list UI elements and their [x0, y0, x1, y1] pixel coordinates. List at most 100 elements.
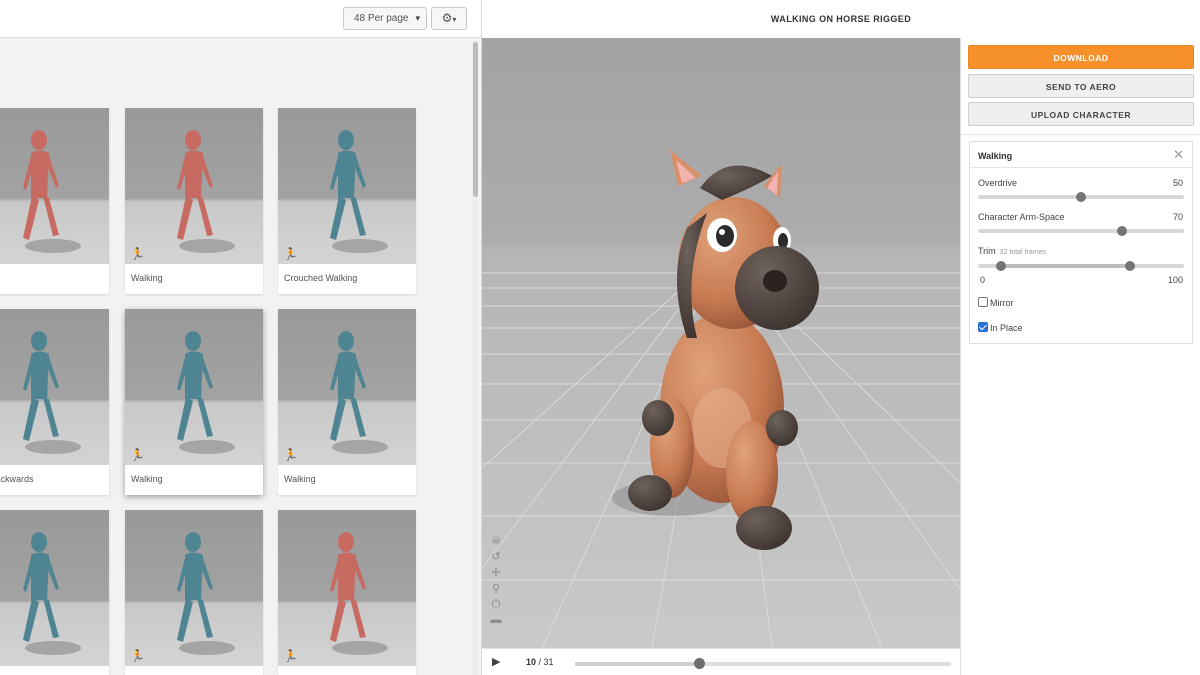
animation-card[interactable]: 🏃: [278, 510, 416, 675]
running-figure-icon: 🏃: [130, 649, 145, 663]
animation-thumbnail: [0, 309, 109, 465]
overdrive-value: 50: [1172, 178, 1183, 188]
move-icon[interactable]: ✛: [488, 566, 504, 582]
mirror-checkbox[interactable]: [978, 297, 988, 307]
trim-min: 0: [980, 275, 986, 285]
viewport-scene: [482, 150, 960, 648]
trim-range: [1000, 264, 1131, 268]
chevron-down-icon: ▾: [452, 15, 457, 24]
animation-settings-card: Walking ✕ Overdrive 50 Character Arm-Spa…: [969, 141, 1193, 344]
overdrive-slider[interactable]: [978, 192, 1184, 202]
arm-space-value: 70: [1172, 212, 1183, 222]
animation-thumbnail: 🏃: [278, 510, 416, 666]
arm-space-slider[interactable]: [978, 226, 1184, 236]
overdrive-handle[interactable]: [1076, 192, 1086, 202]
animation-thumbnail: 🏃: [125, 510, 263, 666]
camera-icon[interactable]: ▬: [488, 614, 504, 630]
animation-name: ng Backwards: [0, 474, 34, 484]
in-place-option[interactable]: In Place: [978, 322, 1023, 333]
animation-thumbnail: 🏃: [125, 309, 263, 465]
settings-header: Walking ✕: [970, 142, 1192, 168]
animation-thumbnail: 🏃: [0, 510, 109, 666]
running-figure-icon: 🏃: [283, 247, 298, 261]
trim-total-frames: 32 total frames: [999, 249, 1046, 256]
character-figure: [23, 532, 81, 655]
skeleton-icon[interactable]: ☠: [488, 534, 504, 550]
upload-character-button[interactable]: UPLOAD CHARACTER: [968, 102, 1194, 126]
frame-separator: /: [536, 657, 544, 667]
timeline-handle[interactable]: [694, 658, 706, 669]
current-frame: 10: [526, 657, 537, 667]
send-to-aero-button[interactable]: SEND TO AERO: [968, 74, 1194, 98]
trim-label-text: Trim: [978, 246, 996, 256]
gear-icon: ⚙: [441, 11, 453, 25]
character-figure: [23, 130, 81, 253]
animation-thumbnail: 🏃: [278, 309, 416, 465]
running-figure-icon: 🏃: [283, 448, 298, 462]
per-page-value: 48 Per page: [354, 13, 409, 24]
character-figure: [23, 331, 81, 454]
animation-card[interactable]: 🏃 Crouched Walking: [278, 108, 416, 294]
viewer-header: WALKING ON HORSE RIGGED: [482, 0, 1200, 38]
arm-space-handle[interactable]: [1117, 226, 1128, 236]
app-window: 48 Per page ▾ ⚙▾ ng🏃Walking🏃Crouched Wal…: [0, 0, 1200, 675]
trim-start-handle[interactable]: [995, 261, 1006, 271]
running-figure-icon: 🏃: [130, 247, 145, 261]
close-icon[interactable]: ✕: [1173, 147, 1184, 163]
settings-title: Walking: [978, 151, 1013, 161]
divider: [961, 134, 1200, 135]
properties-panel: DOWNLOAD SEND TO AERO UPLOAD CHARACTER W…: [960, 38, 1200, 675]
character-figure: [177, 130, 235, 253]
mirror-label: Mirror: [990, 298, 1014, 308]
character-figure: [330, 130, 388, 253]
power-icon[interactable]: ⏻: [488, 598, 504, 614]
animation-card[interactable]: 🏃 Walking: [125, 309, 263, 495]
animation-card[interactable]: 🏃 Walking: [125, 108, 263, 294]
page-title: WALKING ON HORSE RIGGED: [770, 14, 912, 24]
trim-max: 100: [1167, 275, 1183, 285]
character-figure: [330, 331, 388, 454]
rotate-icon[interactable]: ↺: [488, 550, 504, 566]
playback-bar: ▶ 10 / 31: [482, 648, 960, 675]
in-place-checkbox[interactable]: [978, 322, 988, 332]
animation-name: Walking: [131, 273, 163, 283]
character-figure: [177, 331, 235, 454]
animation-card[interactable]: 🏃 Walking: [278, 309, 416, 495]
animation-card[interactable]: ng: [0, 108, 109, 294]
timeline-slider[interactable]: [575, 658, 951, 669]
in-place-label: In Place: [990, 323, 1023, 333]
timeline-progress: [575, 662, 700, 666]
browser-toolbar: 48 Per page ▾ ⚙▾: [0, 0, 481, 38]
viewport-tools: ☠ ↺ ✛ ⚲ ⏻ ▬: [488, 534, 504, 630]
trim-label: Trim 32 total frames: [978, 246, 1046, 256]
animation-thumbnail: 🏃: [278, 108, 416, 264]
animation-card[interactable]: 🏃: [125, 510, 263, 675]
per-page-select[interactable]: 48 Per page ▾: [343, 7, 427, 30]
trim-slider[interactable]: [978, 261, 1184, 271]
animation-name: Crouched Walking: [284, 273, 358, 283]
arm-space-label: Character Arm-Space: [978, 212, 1065, 222]
character-figure: [177, 532, 235, 655]
zoom-icon[interactable]: ⚲: [488, 582, 504, 598]
character-figure: [330, 532, 388, 655]
running-figure-icon: 🏃: [283, 649, 298, 663]
overdrive-label: Overdrive: [978, 178, 1018, 188]
total-frames: 31: [543, 657, 554, 667]
animation-browser: 48 Per page ▾ ⚙▾ ng🏃Walking🏃Crouched Wal…: [0, 0, 482, 675]
download-button[interactable]: DOWNLOAD: [968, 45, 1194, 69]
frame-counter: 10 / 31: [526, 657, 554, 667]
animation-card[interactable]: 🏃: [0, 510, 109, 675]
trim-end-handle[interactable]: [1125, 261, 1136, 271]
chevron-down-icon: ▾: [415, 13, 420, 23]
animation-thumbnail: 🏃: [125, 108, 263, 264]
animation-name: Walking: [131, 474, 163, 484]
settings-dropdown-button[interactable]: ⚙▾: [431, 7, 467, 30]
play-icon[interactable]: ▶: [492, 655, 500, 668]
animation-thumbnail: [0, 108, 109, 264]
animation-name: Walking: [284, 474, 316, 484]
running-figure-icon: 🏃: [130, 448, 145, 462]
3d-viewport[interactable]: ☠ ↺ ✛ ⚲ ⏻ ▬: [482, 38, 960, 648]
mirror-option[interactable]: Mirror: [978, 297, 1014, 308]
animation-card[interactable]: ng Backwards: [0, 309, 109, 495]
scrollbar-thumb[interactable]: [473, 42, 478, 197]
